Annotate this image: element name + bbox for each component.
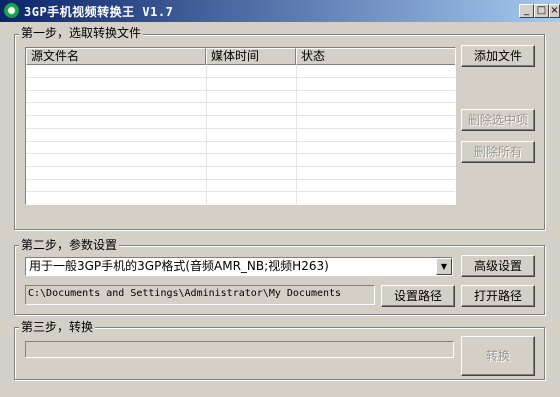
list-row-empty bbox=[26, 116, 455, 129]
list-row-empty bbox=[26, 103, 455, 117]
title-bar[interactable]: 3GP手机视频转换王 V1.7 _ □ × bbox=[0, 0, 560, 22]
step1-label: 第一步，选取转换文件 bbox=[19, 26, 144, 40]
remove-all-button[interactable]: 删除所有 bbox=[461, 141, 535, 163]
format-select[interactable]: 用于一般3GP手机的3GP格式(音频AMR_NB;视频H263) ▼ bbox=[25, 257, 453, 276]
format-select-value: 用于一般3GP手机的3GP格式(音频AMR_NB;视频H263) bbox=[29, 259, 329, 273]
app-window: 3GP手机视频转换王 V1.7 _ □ × 第一步，选取转换文件 源文件名 媒体… bbox=[0, 0, 560, 397]
advanced-settings-button[interactable]: 高级设置 bbox=[461, 255, 535, 277]
column-source-filename[interactable]: 源文件名 bbox=[26, 48, 206, 65]
list-row-empty bbox=[26, 65, 455, 78]
minimize-button[interactable]: _ bbox=[519, 4, 534, 18]
step3-label: 第三步，转换 bbox=[19, 320, 96, 334]
list-row-empty bbox=[26, 192, 455, 204]
step2-label: 第二步，参数设置 bbox=[19, 238, 120, 252]
close-button[interactable]: × bbox=[549, 4, 560, 18]
window-title: 3GP手机视频转换王 V1.7 bbox=[24, 5, 174, 19]
file-list[interactable]: 源文件名 媒体时间 状态 bbox=[25, 47, 456, 205]
column-media-time[interactable]: 媒体时间 bbox=[206, 48, 296, 65]
add-file-button[interactable]: 添加文件 bbox=[461, 45, 535, 67]
conversion-progress-bar bbox=[25, 341, 454, 358]
chevron-down-icon[interactable]: ▼ bbox=[436, 258, 452, 275]
list-row-empty bbox=[26, 78, 455, 91]
file-list-header: 源文件名 媒体时间 状态 bbox=[26, 48, 455, 65]
column-status[interactable]: 状态 bbox=[296, 48, 455, 65]
open-path-button[interactable]: 打开路径 bbox=[461, 285, 535, 307]
list-row-empty bbox=[26, 167, 455, 180]
app-logo-icon bbox=[4, 3, 19, 18]
list-row-empty bbox=[26, 129, 455, 142]
output-path-field[interactable]: C:\Documents and Settings\Administrator\… bbox=[25, 285, 375, 305]
remove-selected-button[interactable]: 删除选中项 bbox=[461, 109, 535, 131]
convert-button[interactable]: 转换 bbox=[461, 336, 535, 376]
list-row-empty bbox=[26, 90, 455, 104]
maximize-button[interactable]: □ bbox=[534, 4, 549, 18]
list-row-empty bbox=[26, 154, 455, 167]
set-path-button[interactable]: 设置路径 bbox=[381, 285, 455, 307]
list-row-empty bbox=[26, 179, 455, 193]
list-row-empty bbox=[26, 141, 455, 155]
